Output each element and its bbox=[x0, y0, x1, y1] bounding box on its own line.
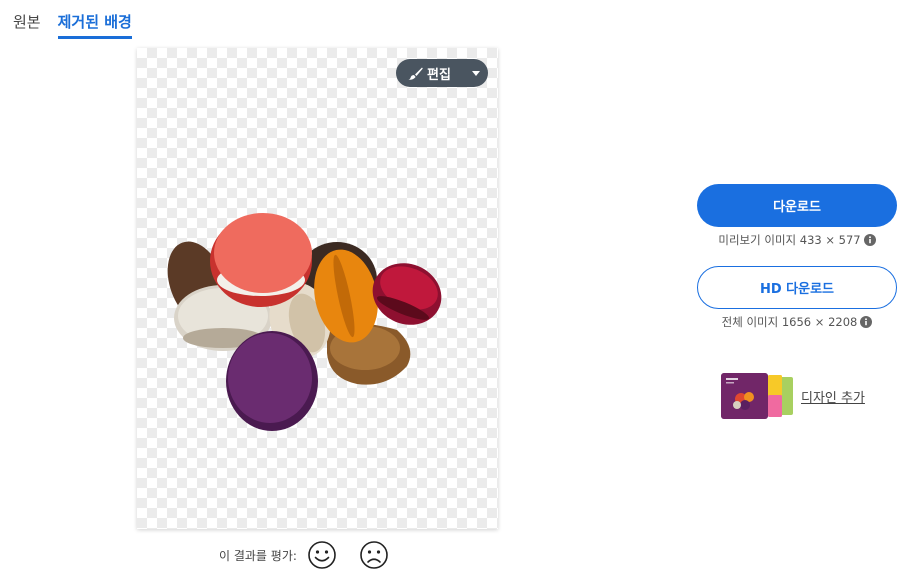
caret-down-icon bbox=[472, 70, 480, 76]
preview-image-info: 미리보기 이미지 433 × 577 bbox=[697, 232, 897, 248]
macarons-image bbox=[167, 213, 442, 431]
tab-bar: 원본 제거된 배경 bbox=[13, 10, 132, 39]
rating-label: 이 결과를 평가: bbox=[219, 548, 297, 563]
info-icon[interactable] bbox=[863, 234, 876, 246]
add-design-label: 디자인 추가 bbox=[801, 390, 865, 406]
info-icon[interactable] bbox=[860, 316, 873, 328]
sad-face-icon[interactable] bbox=[359, 540, 389, 570]
smiley-face-icon[interactable] bbox=[307, 540, 337, 570]
add-design-link[interactable]: 디자인 추가 bbox=[721, 371, 865, 421]
full-image-info-text: 전체 이미지 1656 × 2208 bbox=[721, 315, 858, 329]
edit-main-action[interactable]: 편집 bbox=[396, 59, 464, 87]
edit-label: 편집 bbox=[427, 67, 451, 83]
edit-dropdown-toggle[interactable] bbox=[464, 59, 488, 87]
image-preview: 편집 bbox=[137, 48, 498, 529]
tab-removed-background[interactable]: 제거된 배경 bbox=[57, 10, 132, 39]
tab-original[interactable]: 원본 bbox=[13, 10, 41, 39]
design-thumbnail-icon bbox=[721, 373, 793, 419]
brush-icon bbox=[408, 67, 423, 80]
preview-image-info-text: 미리보기 이미지 433 × 577 bbox=[718, 233, 861, 247]
full-image-info: 전체 이미지 1656 × 2208 bbox=[697, 314, 897, 330]
download-button[interactable]: 다운로드 bbox=[697, 184, 897, 227]
rating-row: 이 결과를 평가: bbox=[219, 540, 411, 570]
edit-button[interactable]: 편집 bbox=[396, 59, 488, 87]
hd-download-button[interactable]: HD 다운로드 bbox=[697, 266, 897, 309]
